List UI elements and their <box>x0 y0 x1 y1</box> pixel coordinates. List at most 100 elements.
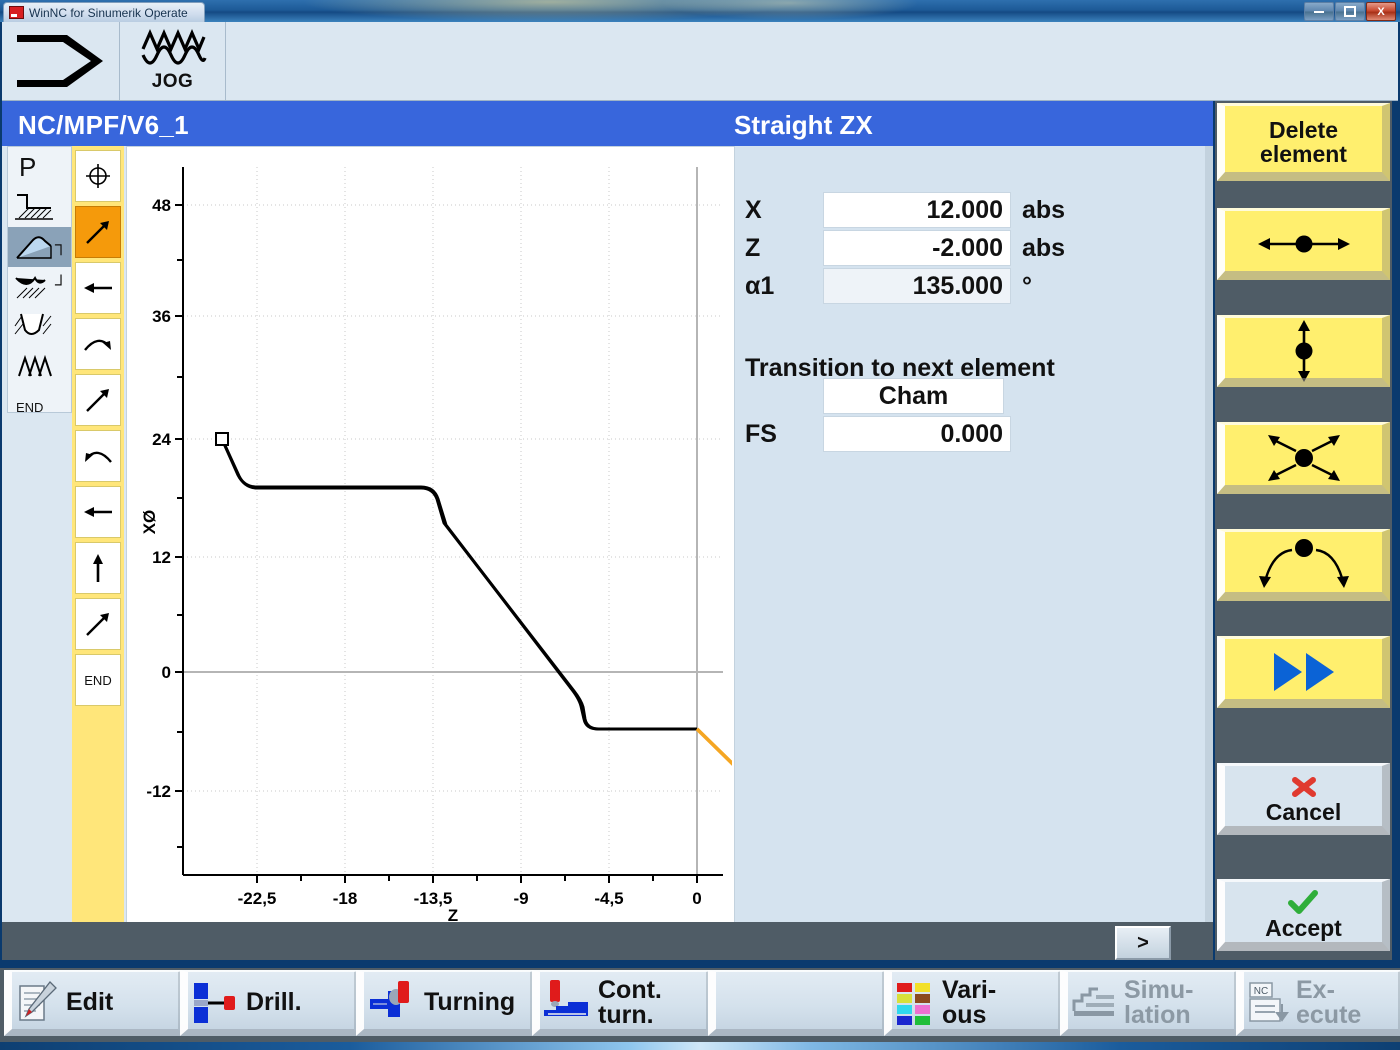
contour-step-icon <box>15 194 53 220</box>
arc-counterclockwise-button[interactable] <box>75 430 121 482</box>
softkey-turning[interactable]: Turning <box>356 970 538 1036</box>
contour-groove-icon <box>14 313 52 335</box>
softkey-pan-horizontal[interactable] <box>1217 208 1390 280</box>
straight-vertical-button[interactable] <box>75 542 121 594</box>
param-label-z: Z <box>745 233 761 262</box>
element-type-toolbar: END <box>72 146 124 922</box>
list-item-selected[interactable]: ┐ <box>8 227 71 267</box>
svg-text:0: 0 <box>162 663 171 682</box>
mode-label: JOG <box>151 71 194 92</box>
straight-horizontal-button[interactable] <box>75 262 121 314</box>
softkey-rotate-view[interactable] <box>1217 529 1390 601</box>
contour-graphic[interactable]: 48 36 24 12 0 -12 XØ -22,5 -18 -13,5 -9 … <box>126 146 735 924</box>
param-row-fs: FS 0.000 <box>745 416 1011 452</box>
param-input-fs[interactable]: 0.000 <box>823 416 1011 452</box>
softkey-execute-label: Ex-ecute <box>1296 975 1362 1029</box>
list-item[interactable] <box>8 347 71 387</box>
element-end-label: END <box>16 399 44 415</box>
element-bracket-mark: ┐ <box>54 235 67 254</box>
straight-diagonal-button[interactable] <box>75 206 121 258</box>
more-softkeys-button[interactable]: > <box>1115 926 1171 960</box>
straight-left-button[interactable] <box>75 486 121 538</box>
panel-scroll-column[interactable] <box>1205 146 1213 922</box>
close-icon: X <box>1377 5 1385 18</box>
list-item-end[interactable]: END <box>8 387 71 427</box>
rotate-view-icon <box>1258 539 1349 588</box>
svg-text:-4,5: -4,5 <box>594 889 623 908</box>
start-point-marker <box>215 432 229 446</box>
dialog-title: Straight ZX <box>734 110 873 140</box>
minimize-button[interactable] <box>1304 2 1334 21</box>
os-title-bar: WinNC for Sinumerik Operate X <box>0 0 1400 22</box>
svg-text:-13,5: -13,5 <box>414 889 453 908</box>
svg-text:36: 36 <box>152 307 171 326</box>
end-element-button[interactable]: END <box>75 654 121 706</box>
softkey-simulation[interactable]: Simu-lation <box>1060 970 1242 1036</box>
list-item[interactable] <box>8 307 71 347</box>
contour-element-list[interactable]: P ┐ ┘ END <box>7 146 72 415</box>
param-label-alpha1: α1 <box>745 271 775 300</box>
svg-text:-18: -18 <box>333 889 358 908</box>
softkey-pan-vertical[interactable] <box>1217 315 1390 387</box>
element-start-point-label: P <box>19 152 37 182</box>
softkey-fast-forward[interactable] <box>1217 636 1390 708</box>
param-label-fs: FS <box>745 419 777 448</box>
param-input-x[interactable]: 12.000 <box>823 192 1011 228</box>
end-element-label: END <box>84 672 112 688</box>
arc-clockwise-button[interactable] <box>75 318 121 370</box>
softkey-various[interactable]: Vari-ous <box>884 970 1066 1036</box>
softkey-delete-element-label: Delete element <box>1260 116 1347 167</box>
maximize-button[interactable] <box>1335 2 1365 21</box>
softkey-drilling[interactable]: Drill. <box>180 970 362 1036</box>
svg-text:NC: NC <box>1254 986 1268 997</box>
nc-caption-bar: NC/MPF/V6_1 Straight ZX <box>2 101 1213 146</box>
arrow-up-right-icon <box>86 389 109 412</box>
softkey-accept[interactable]: Accept <box>1217 879 1390 951</box>
operating-mode-cell[interactable]: JOG <box>120 22 226 100</box>
contour-plot-svg: 48 36 24 12 0 -12 XØ -22,5 -18 -13,5 -9 … <box>140 167 732 921</box>
param-input-z[interactable]: -2.000 <box>823 230 1011 266</box>
element-bracket-mark: ┘ <box>54 275 67 294</box>
softkey-delete-element[interactable]: Delete element <box>1217 103 1390 181</box>
nc-execute-icon: NC <box>1249 982 1289 1022</box>
softkey-execute[interactable]: NC Ex-ecute <box>1236 970 1400 1036</box>
list-item[interactable]: P <box>8 147 71 187</box>
jog-waveform-icon <box>141 29 207 65</box>
straight-any-button[interactable] <box>75 374 121 426</box>
softkey-contour-turning-label: Cont. turn. <box>598 975 662 1029</box>
simulation-icon <box>1072 987 1114 1016</box>
application-window: WinNC for Sinumerik Operate X JOG NC/MPF… <box>0 0 1400 1050</box>
softkey-cancel[interactable]: Cancel <box>1217 763 1390 835</box>
softkey-zoom-fit[interactable] <box>1217 422 1390 494</box>
param-input-alpha1[interactable]: 135.000 <box>823 268 1011 304</box>
list-item[interactable] <box>8 187 71 227</box>
softkey-contour-turning[interactable]: Cont. turn. <box>532 970 714 1036</box>
softkey-empty-5[interactable] <box>708 970 890 1036</box>
crosshair-icon <box>86 164 110 188</box>
straight-slant-button[interactable] <box>75 598 121 650</box>
header-message-area <box>226 22 1398 100</box>
window-controls: X <box>1304 2 1396 21</box>
vertical-softkey-column: Delete element Cancel Accept <box>1215 101 1392 960</box>
softkey-drilling-label: Drill. <box>246 988 302 1017</box>
arrow-up-right-icon <box>86 221 109 244</box>
turning-icon <box>370 981 409 1017</box>
param-row-x: X 12.000 abs <box>745 192 1065 228</box>
svg-text:-12: -12 <box>146 782 171 801</box>
contour-undercut-icon <box>15 276 46 299</box>
pole-icon-button[interactable] <box>75 150 121 202</box>
close-button[interactable]: X <box>1366 2 1396 21</box>
param-unit-z: abs <box>1022 233 1066 262</box>
softkey-cancel-label: Cancel <box>1265 798 1342 825</box>
edit-pencil-icon <box>19 981 57 1021</box>
svg-text:12: 12 <box>152 548 171 567</box>
reset-arrow-icon <box>16 35 103 87</box>
svg-text:-22,5: -22,5 <box>238 889 277 908</box>
parameter-panel: X 12.000 abs Z -2.000 abs α1 135.000 ° T… <box>735 146 1213 922</box>
contour-thread-icon <box>18 354 52 377</box>
list-item[interactable]: ┘ <box>8 267 71 307</box>
channel-status-cell[interactable] <box>2 22 120 100</box>
window-taskbar-tab[interactable]: WinNC for Sinumerik Operate <box>3 2 205 22</box>
transition-type-select[interactable]: Cham <box>823 378 1004 414</box>
softkey-edit[interactable]: Edit <box>4 970 186 1036</box>
